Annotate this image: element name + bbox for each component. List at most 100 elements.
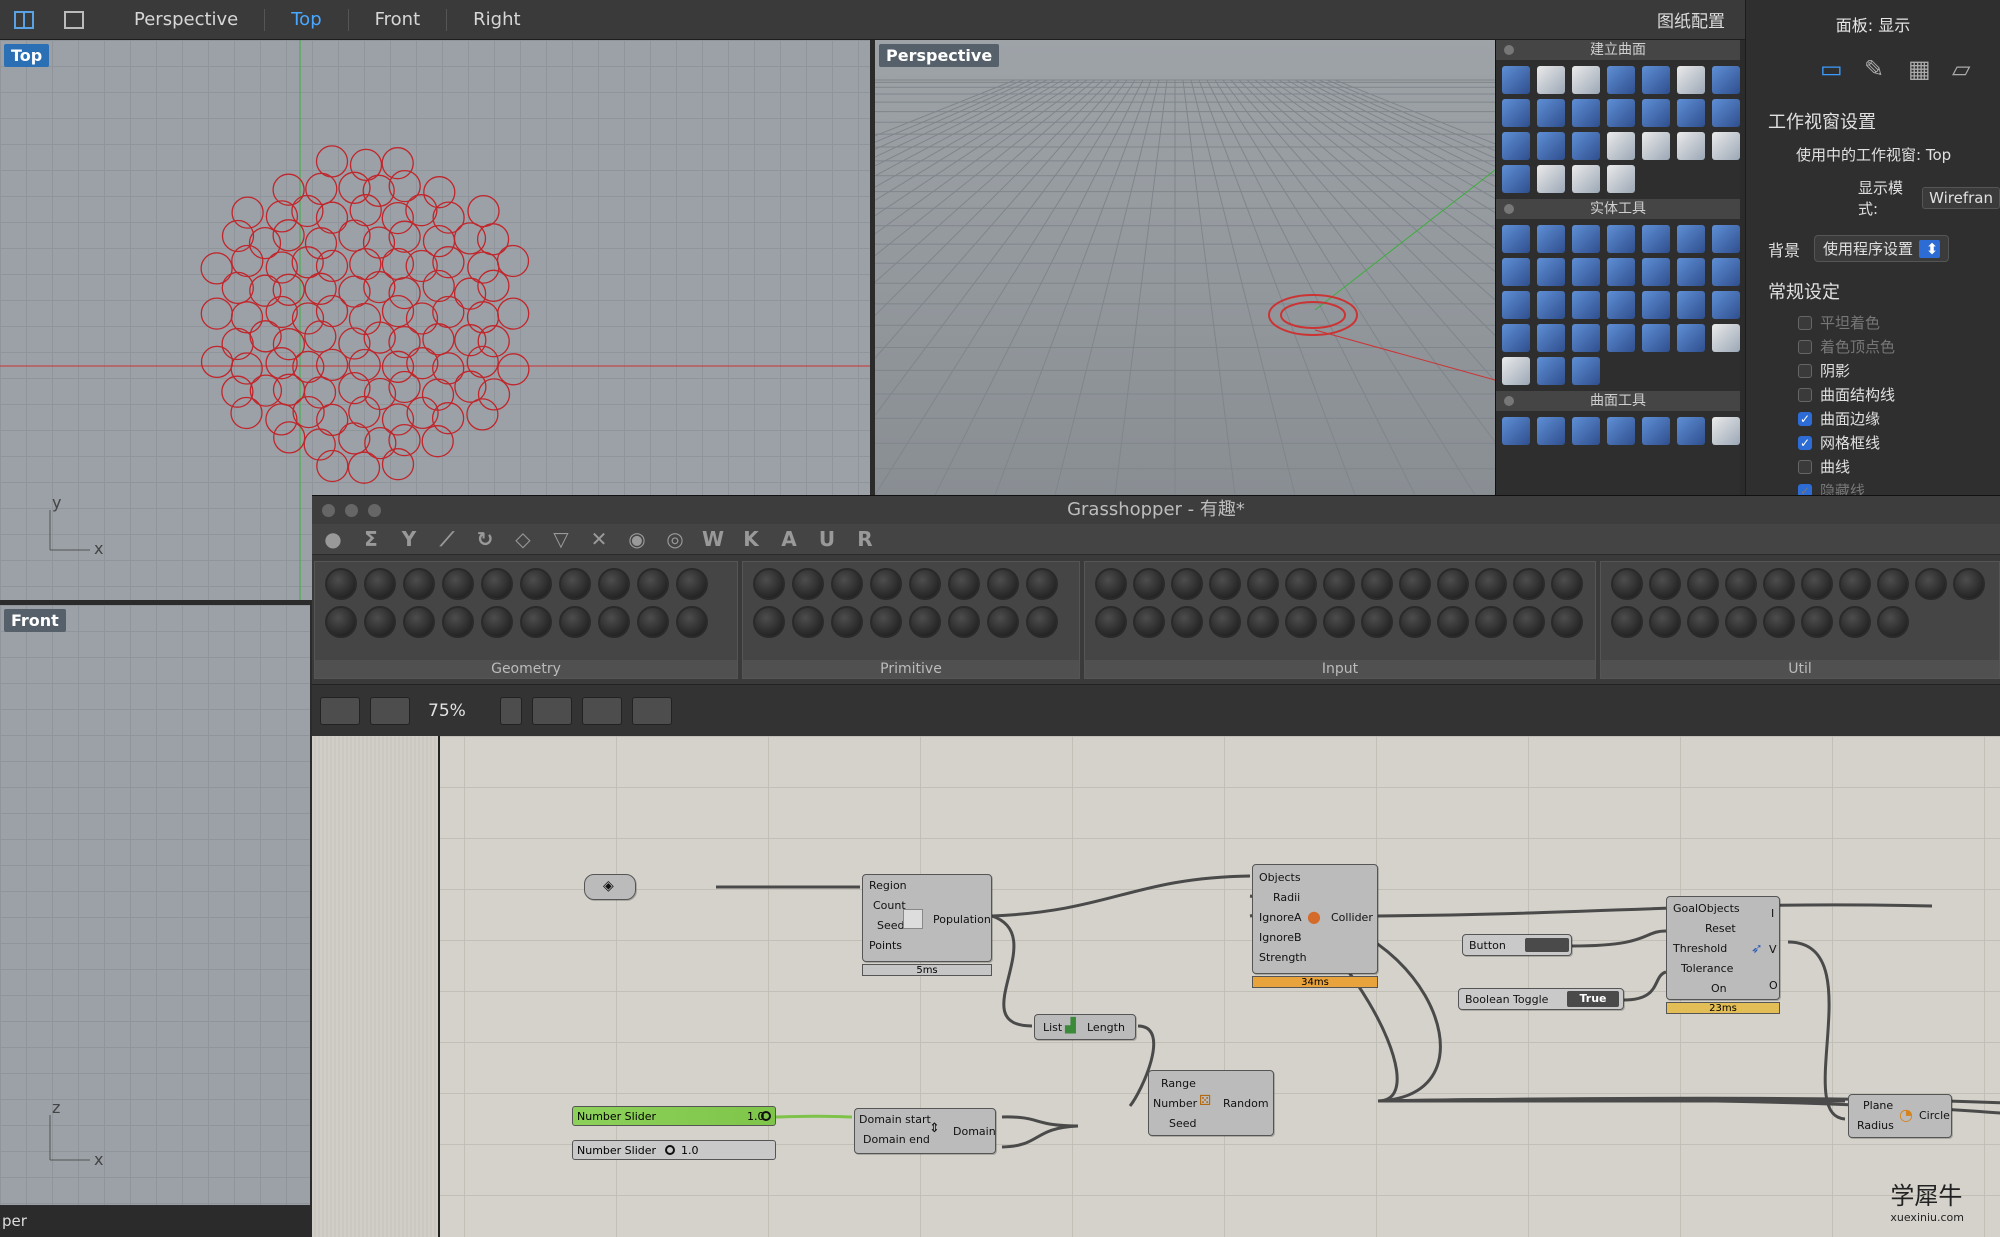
u-tab[interactable]: U bbox=[816, 527, 838, 551]
util-component-icon[interactable] bbox=[1915, 568, 1947, 600]
toggle-value[interactable]: True bbox=[1567, 991, 1619, 1007]
domain-output[interactable]: Domain bbox=[953, 1125, 996, 1138]
port-length[interactable]: Length bbox=[1087, 1021, 1125, 1034]
geometry-component-icon[interactable] bbox=[559, 606, 591, 638]
input-component-icon[interactable] bbox=[1513, 606, 1545, 638]
curve-tab[interactable]: ↻ bbox=[474, 527, 496, 551]
surface-tool-icon[interactable] bbox=[1642, 99, 1670, 127]
primitive-component-icon[interactable] bbox=[909, 606, 941, 638]
checkbox-row[interactable]: 平坦着色 bbox=[1798, 314, 2000, 332]
checkbox-row[interactable]: ✓ 网格框线 bbox=[1798, 434, 2000, 452]
input-component-icon[interactable] bbox=[1247, 568, 1279, 600]
brush-icon[interactable]: ✎ bbox=[1864, 56, 1890, 82]
checker-icon[interactable]: ▦ bbox=[1908, 56, 1934, 82]
intersect-tab[interactable]: ✕ bbox=[588, 527, 610, 551]
solid-tool-icon[interactable] bbox=[1572, 225, 1600, 253]
port-number[interactable]: Number bbox=[1153, 1097, 1197, 1110]
util-component-icon[interactable] bbox=[1687, 568, 1719, 600]
geometry-component-icon[interactable] bbox=[598, 568, 630, 600]
input-component-icon[interactable] bbox=[1513, 568, 1545, 600]
port-region[interactable]: Region bbox=[869, 879, 907, 892]
geometry-component-icon[interactable] bbox=[520, 568, 552, 600]
surface-tool-icon[interactable] bbox=[1537, 132, 1565, 160]
checkbox-row[interactable]: 曲线 bbox=[1798, 458, 2000, 476]
solid-tool-icon[interactable] bbox=[1502, 291, 1530, 319]
checkbox[interactable]: ✓ bbox=[1798, 435, 1812, 450]
random-component[interactable]: Range Number Seed ⚄ Random bbox=[1148, 1070, 1274, 1136]
solid-tool-icon[interactable] bbox=[1607, 324, 1635, 352]
solid-tool-icon[interactable] bbox=[1502, 357, 1530, 385]
solid-tool-icon[interactable] bbox=[1572, 258, 1600, 286]
util-component-icon[interactable] bbox=[1877, 606, 1909, 638]
surface-tool-icon[interactable] bbox=[1607, 165, 1635, 193]
input-component-icon[interactable] bbox=[1323, 568, 1355, 600]
geometry-component-icon[interactable] bbox=[403, 606, 435, 638]
button-component[interactable]: Button bbox=[1462, 934, 1572, 956]
geometry-component-icon[interactable] bbox=[325, 568, 357, 600]
port-domain-start[interactable]: Domain start bbox=[859, 1113, 931, 1126]
input-component-icon[interactable] bbox=[1551, 606, 1583, 638]
geometry-component-icon[interactable] bbox=[481, 568, 513, 600]
primitive-component-icon[interactable] bbox=[792, 606, 824, 638]
input-component-icon[interactable] bbox=[1171, 568, 1203, 600]
surface-tool-icon[interactable] bbox=[1572, 66, 1600, 94]
util-component-icon[interactable] bbox=[1953, 568, 1985, 600]
list-length-component[interactable]: List ▟ Length bbox=[1034, 1014, 1136, 1040]
input-component-icon[interactable] bbox=[1361, 568, 1393, 600]
solid-tool-icon[interactable] bbox=[1537, 324, 1565, 352]
port-threshold[interactable]: Threshold bbox=[1673, 942, 1727, 955]
tab-front[interactable]: Front bbox=[349, 8, 448, 31]
port-points[interactable]: Points bbox=[869, 939, 902, 952]
port-out-v[interactable]: V bbox=[1769, 943, 1777, 956]
solid-tool-icon[interactable] bbox=[1572, 324, 1600, 352]
solid-tool-icon[interactable] bbox=[1677, 225, 1705, 253]
geometry-component-icon[interactable] bbox=[403, 568, 435, 600]
util-component-icon[interactable] bbox=[1801, 568, 1833, 600]
minimize-button[interactable] bbox=[345, 504, 358, 517]
primitive-component-icon[interactable] bbox=[831, 568, 863, 600]
input-component-icon[interactable] bbox=[1399, 606, 1431, 638]
layout-settings-label[interactable]: 图纸配置 bbox=[1657, 7, 1725, 32]
viewport-layout-icon[interactable] bbox=[14, 10, 34, 29]
number-slider-2[interactable]: Number Slider 1.0 bbox=[572, 1140, 776, 1160]
primitive-component-icon[interactable] bbox=[909, 568, 941, 600]
surface-tool-icon[interactable] bbox=[1502, 99, 1530, 127]
solid-tool-icon[interactable] bbox=[1712, 258, 1740, 286]
geometry-component-icon[interactable] bbox=[559, 568, 591, 600]
geometry-component-icon[interactable] bbox=[325, 606, 357, 638]
port-ignorea[interactable]: IgnoreA bbox=[1259, 911, 1302, 924]
solid-tool-icon[interactable] bbox=[1677, 324, 1705, 352]
input-component-icon[interactable] bbox=[1551, 568, 1583, 600]
solid-tool-icon[interactable] bbox=[1642, 225, 1670, 253]
solid-tool-icon[interactable] bbox=[1537, 357, 1565, 385]
util-component-icon[interactable] bbox=[1839, 606, 1871, 638]
preview-toggle-button[interactable] bbox=[582, 696, 622, 725]
util-component-icon[interactable] bbox=[1839, 568, 1871, 600]
geometry-component-icon[interactable] bbox=[364, 606, 396, 638]
input-component-icon[interactable] bbox=[1133, 606, 1165, 638]
port-radii[interactable]: Radii bbox=[1273, 891, 1300, 904]
input-component-icon[interactable] bbox=[1361, 606, 1393, 638]
geometry-component-icon[interactable] bbox=[637, 606, 669, 638]
sets-tab[interactable]: Y bbox=[398, 527, 420, 551]
input-component-icon[interactable] bbox=[1437, 606, 1469, 638]
util-component-icon[interactable] bbox=[1725, 568, 1757, 600]
grasshopper-title-bar[interactable]: Grasshopper - 有趣* bbox=[312, 496, 2000, 524]
primitive-component-icon[interactable] bbox=[1026, 606, 1058, 638]
geometry-param[interactable]: ◈ bbox=[584, 874, 636, 900]
front-viewport[interactable]: Front z x bbox=[0, 605, 310, 1205]
display-icon[interactable]: ▭ bbox=[1820, 56, 1846, 82]
zoom-dropdown-icon[interactable] bbox=[500, 696, 522, 725]
port-goalobjects[interactable]: GoalObjects bbox=[1673, 902, 1740, 915]
geometry-component-icon[interactable] bbox=[520, 606, 552, 638]
solid-tool-icon[interactable] bbox=[1712, 324, 1740, 352]
input-component-icon[interactable] bbox=[1285, 606, 1317, 638]
surface-tool-icon[interactable] bbox=[1677, 66, 1705, 94]
port-radius[interactable]: Radius bbox=[1857, 1119, 1894, 1132]
open-file-button[interactable] bbox=[320, 696, 360, 725]
port-seed[interactable]: Seed bbox=[877, 919, 905, 932]
util-component-icon[interactable] bbox=[1763, 606, 1795, 638]
circle-output[interactable]: Circle bbox=[1919, 1109, 1950, 1122]
zoom-extents-button[interactable] bbox=[532, 696, 572, 725]
perspective-viewport[interactable]: Perspective bbox=[875, 40, 1495, 495]
